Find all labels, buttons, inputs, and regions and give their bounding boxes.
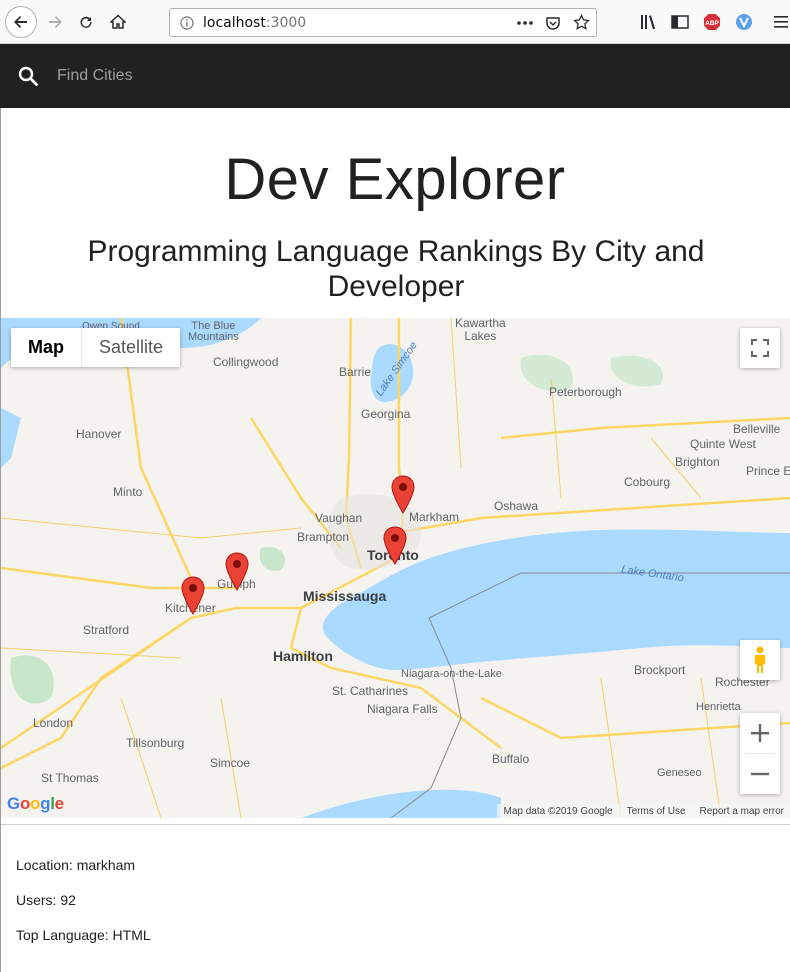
map-label-quintewest: Quinte West xyxy=(690,437,756,451)
forward-button[interactable] xyxy=(40,7,70,37)
forward-arrow-icon xyxy=(49,16,62,28)
report-map-error-link[interactable]: Report a map error xyxy=(700,806,784,817)
map-label-princee: Prince E xyxy=(746,464,790,478)
sidebar-icon[interactable] xyxy=(670,12,690,32)
svg-text:ABP: ABP xyxy=(705,20,719,27)
fullscreen-button[interactable] xyxy=(740,328,780,368)
info-icon[interactable] xyxy=(180,16,194,30)
map-label-minto: Minto xyxy=(113,485,143,499)
map-label-simcoe: Simcoe xyxy=(210,756,251,770)
map-marker-kitchener[interactable] xyxy=(180,576,206,616)
search-icon xyxy=(18,66,38,86)
google-logo[interactable]: Google xyxy=(7,794,64,814)
home-icon xyxy=(110,14,126,29)
map-label-barrie: Barrie xyxy=(339,365,372,379)
map-label-cobourg: Cobourg xyxy=(624,475,671,489)
zoom-control xyxy=(740,713,780,794)
bookmark-star-icon[interactable] xyxy=(573,14,590,31)
city-info-panel: Location: markham Users: 92 Top Language… xyxy=(1,824,790,972)
terms-of-use-link[interactable]: Terms of Use xyxy=(627,806,686,817)
map-basemap[interactable] xyxy=(1,318,790,818)
map-label-collingwood: Collingwood xyxy=(213,355,279,369)
street-view-pegman[interactable] xyxy=(740,640,780,680)
minus-icon xyxy=(751,772,769,776)
plus-icon xyxy=(751,724,769,742)
map-label-london: London xyxy=(33,716,74,730)
zoom-out-button[interactable] xyxy=(740,754,780,794)
map-label-niagaraonlake: Niagara-on-the-Lake xyxy=(401,668,502,680)
page-title: Dev Explorer xyxy=(224,147,566,212)
map-label-kawarthalakes: Kawartha Lakes xyxy=(455,318,506,343)
map-label-buffalo: Buffalo xyxy=(492,752,530,766)
map-label-hanover: Hanover xyxy=(76,427,122,441)
back-arrow-icon xyxy=(14,16,27,28)
city-search-input[interactable] xyxy=(57,65,457,87)
map-label-henrietta: Henrietta xyxy=(696,701,741,713)
library-icon[interactable] xyxy=(639,12,659,32)
url-host: localhost xyxy=(203,15,266,31)
map-label-stcatharines: St. Catharines xyxy=(332,684,409,698)
map-label-brighton: Brighton xyxy=(675,455,720,469)
page-subtitle: Programming Language Rankings By City an… xyxy=(87,235,705,303)
google-map[interactable]: Barrie Georgina Collingwood Owen Sound T… xyxy=(1,318,790,818)
adblock-icon[interactable]: ABP xyxy=(702,12,722,32)
map-label-markham: Markham xyxy=(409,510,460,524)
url-bar[interactable]: localhost:3000 xyxy=(169,8,597,37)
browser-toolbar: localhost:3000 ABP xyxy=(0,0,790,44)
map-marker-toronto[interactable] xyxy=(382,526,408,566)
map-marker-guelph[interactable] xyxy=(224,552,250,592)
url-text: localhost:3000 xyxy=(203,15,306,31)
page-actions-icon[interactable] xyxy=(516,20,534,26)
map-label-tillsonburg: Tillsonburg xyxy=(126,736,185,750)
map-label-vaughan: Vaughan xyxy=(315,511,363,525)
map-label-hamilton: Hamilton xyxy=(273,648,333,664)
map-label-belleville: Belleville xyxy=(733,422,781,436)
map-label-niagarafalls: Niagara Falls xyxy=(367,702,438,716)
url-port: :3000 xyxy=(265,15,307,31)
map-label-oshawa: Oshawa xyxy=(494,499,539,513)
map-label-bluemountains: The Blue Mountains xyxy=(188,320,239,343)
zoom-in-button[interactable] xyxy=(740,713,780,753)
app-header xyxy=(0,44,790,108)
map-attribution: Map data ©2019 Google Terms of Use Repor… xyxy=(497,804,790,818)
map-label-brampton: Brampton xyxy=(297,530,350,544)
reload-icon xyxy=(80,16,92,28)
map-marker-markham[interactable] xyxy=(390,475,416,515)
map-label-geneseo: Geneseo xyxy=(657,767,702,779)
map-label-mississauga: Mississauga xyxy=(303,588,387,604)
map-label-brockport: Brockport xyxy=(634,663,686,677)
map-label-peterborough: Peterborough xyxy=(549,385,622,399)
map-type-map-button[interactable]: Map xyxy=(11,328,81,367)
map-label-georgina: Georgina xyxy=(361,407,411,421)
info-users: Users: 92 xyxy=(16,892,76,908)
map-label-stratford: Stratford xyxy=(83,623,130,637)
pocket-icon[interactable] xyxy=(545,15,561,31)
menu-icon[interactable] xyxy=(771,12,790,32)
pegman-icon xyxy=(755,646,765,673)
back-button[interactable] xyxy=(5,6,37,38)
info-location: Location: markham xyxy=(16,857,136,873)
fullscreen-icon xyxy=(751,339,769,357)
map-label-stthomas: St Thomas xyxy=(41,771,99,785)
extension-icon[interactable] xyxy=(734,12,754,32)
map-data-credit: Map data ©2019 Google xyxy=(503,805,613,817)
info-top-language: Top Language: HTML xyxy=(16,927,151,943)
reload-button[interactable] xyxy=(71,7,101,37)
home-button[interactable] xyxy=(103,7,133,37)
map-type-satellite-button[interactable]: Satellite xyxy=(82,328,181,367)
map-type-control: Map Satellite xyxy=(11,328,181,367)
